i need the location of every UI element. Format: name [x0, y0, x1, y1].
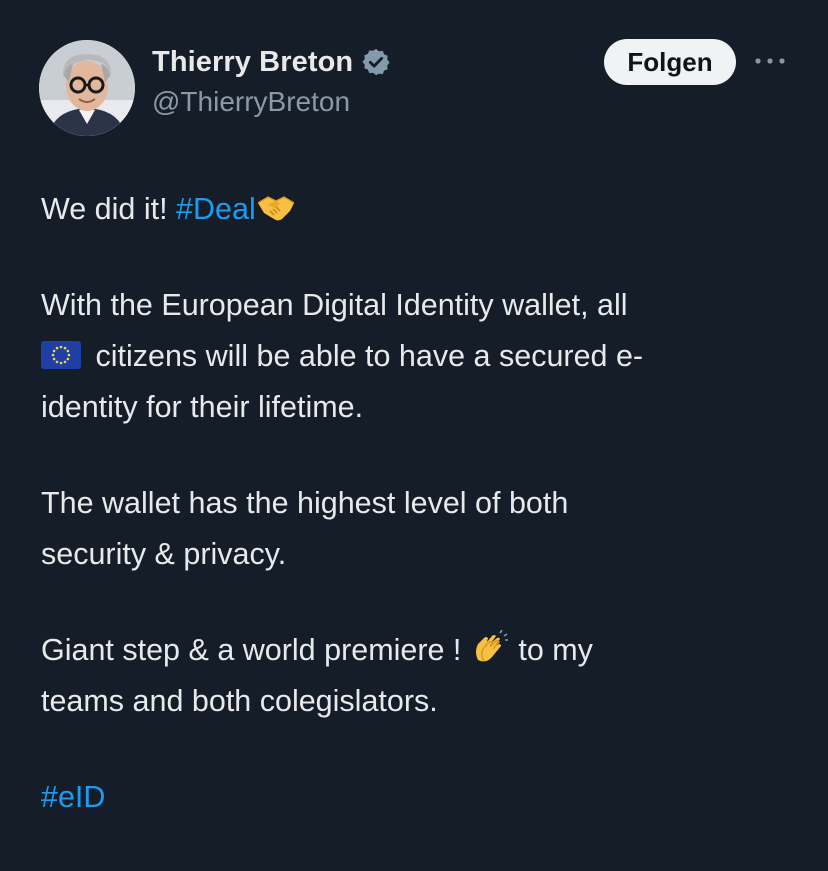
avatar-image: [39, 40, 135, 136]
ellipsis-icon[interactable]: [752, 46, 788, 76]
tweet-text-segment: We did it!: [41, 192, 177, 226]
tweet-paragraph-4: Giant step & a world premiere ! to my tea…: [41, 625, 801, 727]
clapping-hands-icon: [470, 629, 510, 666]
name-row: Thierry Breton: [152, 44, 391, 80]
follow-button[interactable]: Folgen: [604, 39, 736, 85]
tweet-paragraph-1: We did it! #Deal: [41, 184, 801, 235]
tweet-text-segment: identity for their lifetime.: [41, 390, 364, 424]
handshake-icon: [256, 189, 296, 225]
tweet-text-segment: to my: [509, 633, 593, 667]
display-name[interactable]: Thierry Breton: [152, 46, 353, 79]
tweet-text-segment: security & privacy.: [41, 537, 287, 571]
avatar[interactable]: [39, 40, 135, 136]
tweet-text-segment: With the European Digital Identity walle…: [41, 288, 628, 322]
tweet-paragraph-5: #eID: [41, 772, 801, 823]
tweet-text-segment: The wallet has the highest level of both: [41, 486, 569, 520]
user-handle[interactable]: @ThierryBreton: [152, 86, 350, 118]
tweet-header: Thierry Breton @ThierryBreton Folgen: [0, 0, 828, 140]
tweet-paragraph-2: With the European Digital Identity walle…: [41, 280, 801, 433]
tweet-text-segment: teams and both colegislators.: [41, 684, 438, 718]
verified-badge-icon[interactable]: [361, 47, 391, 77]
tweet-text: We did it! #Deal With the European Digit…: [41, 184, 801, 823]
eu-flag-icon: [41, 334, 81, 369]
hashtag-eid-link[interactable]: #eID: [41, 780, 105, 814]
hashtag-deal-link[interactable]: #Deal: [176, 192, 256, 226]
tweet-text-segment: Giant step & a world premiere !: [41, 633, 470, 667]
tweet-paragraph-3: The wallet has the highest level of both…: [41, 478, 801, 580]
tweet-text-segment: citizens will be able to have a secured …: [95, 339, 644, 373]
